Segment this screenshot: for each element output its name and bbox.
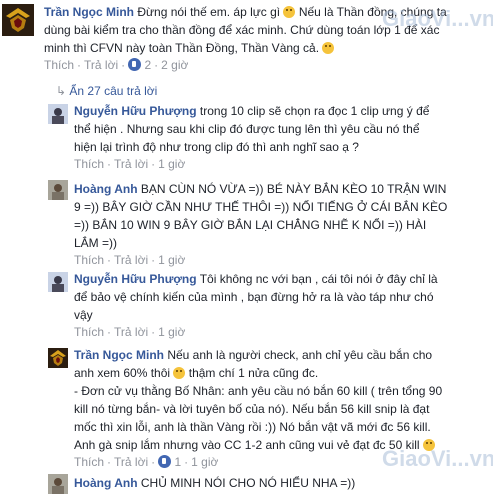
like-icon xyxy=(158,455,172,468)
user-photo-icon xyxy=(48,272,68,292)
like-icon xyxy=(128,58,142,71)
reply-body: Hoàng Anh BẠN CÙN NÓ VỪA =)) BÉ NÀY BẮN … xyxy=(74,182,448,250)
user-photo-icon xyxy=(48,474,68,494)
avatar[interactable] xyxy=(48,474,68,494)
emoji-icon xyxy=(422,439,435,451)
reply-link[interactable]: Trả lời xyxy=(84,58,118,72)
avatar[interactable] xyxy=(48,104,68,124)
reply-body: Hoàng Anh CHỦ MINH NÓI CHO NÓ HIỂU NHA =… xyxy=(74,476,356,490)
emoji-icon xyxy=(173,367,186,379)
author-name[interactable]: Trần Ngọc Minh xyxy=(74,348,164,362)
reply-actions: Thích · Trả lời · 1 giờ xyxy=(74,325,186,339)
avatar[interactable] xyxy=(48,348,68,368)
reply-body: Trần Ngọc Minh Nếu anh là người check, a… xyxy=(74,348,443,452)
user-photo-icon xyxy=(48,104,68,124)
like-link[interactable]: Thích xyxy=(44,58,74,72)
reply-actions: Thích · Trả lời · 1 giờ xyxy=(74,157,186,171)
comment-body: Trần Ngọc Minh Đừng nói thế em. áp lực g… xyxy=(44,5,447,55)
emoji-icon xyxy=(283,6,296,18)
reply-actions: Thích · Trả lời · 1 · 1 giờ xyxy=(74,455,219,469)
like-link[interactable]: Thích xyxy=(74,253,104,267)
avatar[interactable] xyxy=(48,272,68,292)
reply-arrow-icon: ↳ xyxy=(56,84,67,98)
reply-link[interactable]: Trả lời xyxy=(114,455,148,469)
timestamp[interactable]: 1 giờ xyxy=(158,325,185,339)
author-name[interactable]: Hoàng Anh xyxy=(74,182,138,196)
clan-logo-icon xyxy=(48,348,68,368)
like-link[interactable]: Thích xyxy=(74,325,104,339)
emoji-icon xyxy=(322,42,335,54)
timestamp[interactable]: 1 giờ xyxy=(191,455,218,469)
reply-body: Nguyễn Hữu Phượng trong 10 clip sẽ chọn … xyxy=(74,104,430,154)
reply-body: Nguyễn Hữu Phượng Tôi không nc với bạn ,… xyxy=(74,272,438,322)
like-link[interactable]: Thích xyxy=(74,157,104,171)
avatar[interactable] xyxy=(2,4,34,36)
reply-actions: Thích · Trả lời · 1 giờ xyxy=(74,253,186,267)
hide-replies-link[interactable]: ↳ Ẩn 27 câu trả lời xyxy=(56,84,157,98)
avatar[interactable] xyxy=(48,180,68,200)
reply-link[interactable]: Trả lời xyxy=(114,325,148,339)
author-name[interactable]: Nguyễn Hữu Phượng xyxy=(74,104,197,118)
comment-actions: Thích · Trả lời · 2 · 2 giờ xyxy=(44,58,189,72)
timestamp[interactable]: 1 giờ xyxy=(158,253,185,267)
author-name[interactable]: Hoàng Anh xyxy=(74,476,138,490)
timestamp[interactable]: 1 giờ xyxy=(158,157,185,171)
timestamp[interactable]: 2 giờ xyxy=(161,58,188,72)
user-photo-icon xyxy=(48,180,68,200)
like-link[interactable]: Thích xyxy=(74,455,104,469)
author-name[interactable]: Trần Ngọc Minh xyxy=(44,5,134,19)
author-name[interactable]: Nguyễn Hữu Phượng xyxy=(74,272,197,286)
clan-logo-icon xyxy=(2,4,34,36)
reply-link[interactable]: Trả lời xyxy=(114,157,148,171)
reply-link[interactable]: Trả lời xyxy=(114,253,148,267)
